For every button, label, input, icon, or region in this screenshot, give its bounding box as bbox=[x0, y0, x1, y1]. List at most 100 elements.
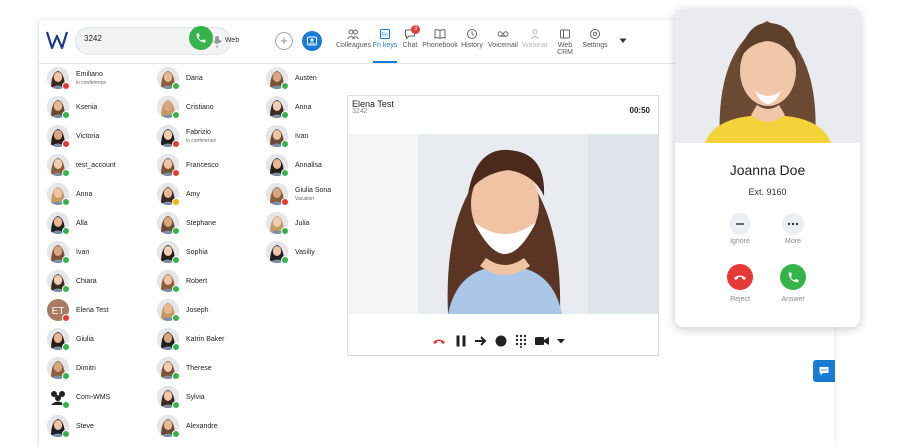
dialpad-icon[interactable] bbox=[514, 334, 528, 353]
tab-voicemail-label: Voicemail bbox=[488, 42, 518, 49]
contact-item[interactable]: Giulia bbox=[47, 328, 157, 352]
tab-web-crm-label: Web CRM bbox=[557, 42, 573, 56]
call-timer: 00:50 bbox=[629, 106, 650, 115]
dial-input[interactable] bbox=[84, 34, 184, 43]
contact-item[interactable]: Chiara bbox=[47, 270, 157, 294]
contact-item[interactable]: Fabrizio in conference bbox=[157, 125, 267, 149]
pause-icon[interactable] bbox=[454, 334, 468, 353]
contact-item[interactable]: Sophia bbox=[157, 241, 267, 265]
caller-photo-image bbox=[675, 9, 860, 143]
video-call-controls bbox=[432, 334, 582, 350]
contact-item[interactable]: Anna bbox=[47, 183, 157, 207]
tab-fn-keys[interactable]: Fn Fn keys bbox=[372, 28, 398, 49]
contact-name: Ivan bbox=[76, 249, 90, 256]
more-button[interactable] bbox=[782, 213, 804, 235]
presence-status-dot bbox=[172, 111, 180, 119]
contact-name: Alexandre bbox=[186, 423, 218, 430]
presence-status-dot bbox=[172, 285, 180, 293]
answer-label: Answer bbox=[781, 296, 805, 303]
contact-name: Ksenia bbox=[76, 104, 98, 111]
conference-button[interactable] bbox=[302, 31, 322, 51]
contact-name: Stephane bbox=[186, 220, 216, 227]
presence-status-dot bbox=[172, 343, 180, 351]
contact-item[interactable]: Alexandre bbox=[157, 415, 267, 439]
contact-item[interactable]: Francesco bbox=[157, 154, 267, 178]
contact-item[interactable]: Amy bbox=[157, 183, 267, 207]
contact-item[interactable]: Com-WMS bbox=[47, 386, 157, 410]
contact-item[interactable]: ET Elena Test bbox=[47, 299, 157, 323]
ignore-button[interactable] bbox=[729, 213, 751, 235]
tab-settings[interactable]: Settings bbox=[582, 28, 608, 49]
video-camera-icon[interactable] bbox=[534, 334, 550, 353]
tab-voicemail[interactable]: Voicemail bbox=[486, 28, 520, 49]
video-stream bbox=[348, 134, 658, 314]
transfer-arrow-icon[interactable] bbox=[474, 334, 488, 353]
reject-button[interactable] bbox=[727, 264, 753, 290]
contact-item[interactable]: Daria bbox=[157, 67, 267, 91]
caller-ext: Ext. 9160 bbox=[748, 187, 787, 197]
more-options-chevron-icon[interactable] bbox=[556, 334, 566, 353]
contact-item[interactable]: Steve bbox=[47, 415, 157, 439]
contact-item[interactable]: Joseph bbox=[157, 299, 267, 323]
hangup-icon[interactable] bbox=[432, 334, 446, 353]
presence-status-dot bbox=[281, 256, 289, 264]
presence-status-dot bbox=[62, 140, 70, 148]
chat-widget-button[interactable] bbox=[813, 360, 835, 382]
more-label: More bbox=[785, 238, 801, 245]
contact-name: Fabrizio bbox=[186, 129, 211, 136]
tab-chat-label: Chat bbox=[402, 42, 418, 49]
tab-history-label: History bbox=[461, 42, 483, 49]
contact-item[interactable]: Sylvia bbox=[157, 386, 267, 410]
answer-button[interactable] bbox=[780, 264, 806, 290]
tab-phonebook[interactable]: Phonebook bbox=[421, 28, 459, 49]
presence-status-dot bbox=[172, 314, 180, 322]
presence-status-dot bbox=[172, 82, 180, 90]
tab-colleagues[interactable]: Colleagues bbox=[336, 28, 371, 49]
record-icon[interactable] bbox=[494, 334, 508, 353]
contact-item[interactable]: Austen bbox=[266, 67, 376, 91]
contact-item[interactable]: Therese bbox=[157, 357, 267, 381]
tab-web-crm[interactable]: Web CRM bbox=[550, 28, 580, 56]
contact-item[interactable]: test_account bbox=[47, 154, 157, 178]
chat-badge: 3 bbox=[411, 25, 420, 34]
contact-name: Katrin Baker bbox=[186, 336, 225, 343]
contact-name: Francesco bbox=[186, 162, 219, 169]
contact-name: Anna bbox=[76, 191, 93, 198]
contact-item[interactable]: Robert bbox=[157, 270, 267, 294]
contact-status-text: Vacation bbox=[295, 196, 315, 202]
contact-item[interactable]: Katrin Baker bbox=[157, 328, 267, 352]
presence-status-dot bbox=[172, 198, 180, 206]
contact-name: Sylvia bbox=[186, 394, 205, 401]
contact-item[interactable]: Cristiano bbox=[157, 96, 267, 120]
tab-webinar[interactable]: Webinar bbox=[521, 28, 549, 49]
tab-history[interactable]: History bbox=[459, 28, 485, 49]
contact-name: Giulia Sona bbox=[295, 187, 332, 194]
contact-name: Dimitri bbox=[76, 365, 96, 372]
tab-chat[interactable]: 3 Chat bbox=[401, 25, 420, 49]
chevron-down-icon: ⌄ bbox=[217, 37, 223, 44]
contact-name: Giulia bbox=[76, 336, 94, 343]
contact-item[interactable]: Dimitri bbox=[47, 357, 157, 381]
contact-name: Austen bbox=[295, 75, 317, 82]
tab-phonebook-label: Phonebook bbox=[422, 42, 458, 49]
web-dropdown[interactable]: ⌄ Web bbox=[217, 36, 239, 44]
presence-status-dot bbox=[172, 401, 180, 409]
contact-item[interactable]: Alla bbox=[47, 212, 157, 236]
phone-icon bbox=[196, 33, 206, 43]
contact-item[interactable]: Emiliano in conference bbox=[47, 67, 157, 91]
contact-name: Victoria bbox=[76, 133, 100, 140]
call-button[interactable] bbox=[189, 26, 213, 50]
contact-name: Ivan bbox=[295, 133, 309, 140]
contact-item[interactable]: Stephane bbox=[157, 212, 267, 236]
more-tabs-chevron-icon[interactable] bbox=[619, 38, 627, 44]
contact-name: Steve bbox=[76, 423, 94, 430]
presence-status-dot bbox=[172, 169, 180, 177]
presence-status-dot bbox=[172, 372, 180, 380]
contact-name: Therese bbox=[186, 365, 212, 372]
contact-name: Julia bbox=[295, 220, 310, 227]
contact-item[interactable]: Ivan bbox=[47, 241, 157, 265]
minus-icon bbox=[736, 223, 744, 225]
contact-item[interactable]: Ksenia bbox=[47, 96, 157, 120]
add-button[interactable]: + bbox=[275, 32, 293, 50]
contact-item[interactable]: Victoria bbox=[47, 125, 157, 149]
